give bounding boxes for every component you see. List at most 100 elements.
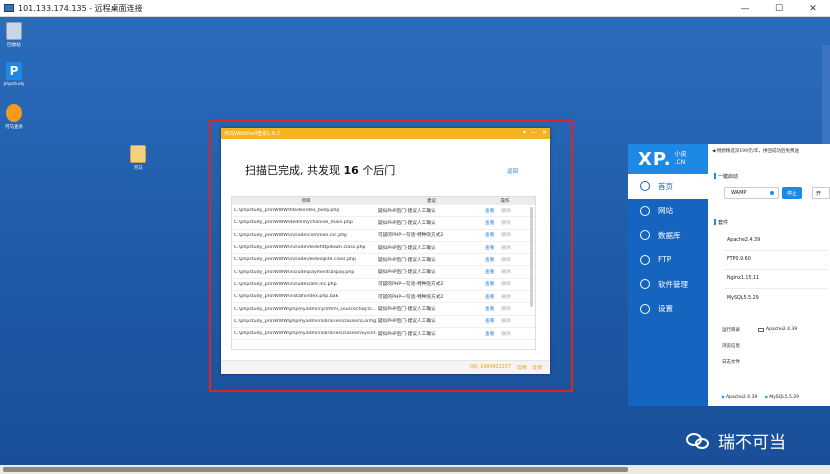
row-tip: 疑似PHP后门-建议人工确认 [378, 257, 436, 263]
nav-ftp[interactable]: FTP [628, 248, 708, 273]
divider [724, 269, 828, 270]
view-button[interactable]: 查看 [485, 269, 494, 275]
maximize-button[interactable]: ☐ [762, 0, 796, 17]
service-apache[interactable]: Apache2.4.39 [727, 238, 760, 243]
nav-settings[interactable]: 设置 [628, 297, 708, 322]
backdoor-count: 16 [343, 164, 359, 177]
row-actions: 查看 删除 [485, 232, 525, 238]
webshell-scanner-window: 河马WebShell查杀1.8.2 ▾ — ✕ 扫描已完成, 共发现 16 个后… [221, 128, 550, 374]
feedback-link[interactable]: 反馈 [532, 364, 542, 371]
hippo-icon [6, 104, 22, 122]
table-row: C:\phpstudy_pro\WWW\fdedeindex_body.php 疑… [232, 205, 535, 218]
delete-button[interactable]: 删除 [501, 220, 510, 226]
row-actions: 查看 删除 [485, 331, 525, 337]
stop-button[interactable]: 停止 [782, 187, 802, 199]
view-button[interactable]: 查看 [485, 257, 494, 263]
remote-desktop-icon [4, 4, 14, 12]
back-link[interactable]: 返回 [507, 167, 518, 175]
service-mysql[interactable]: MySQL5.5.29 [727, 296, 759, 301]
row-tip: 疑似PHP后门-建议人工确认 [378, 208, 436, 214]
table-row: C:\phpstudy_pro\WWW\include\payment\alip… [232, 266, 535, 279]
view-button[interactable]: 查看 [485, 208, 494, 214]
delete-button[interactable]: 删除 [501, 208, 510, 214]
notice-text: 畅想精选深199元/年，拼团成功后免费送 [716, 149, 800, 154]
delete-button[interactable]: 删除 [501, 281, 510, 287]
delete-button[interactable]: 删除 [501, 318, 510, 324]
delete-button[interactable]: 删除 [501, 269, 510, 275]
view-button[interactable]: 查看 [485, 294, 494, 300]
table-row: C:\phpstudy_pro\WWW\include\common.inc.p… [232, 230, 535, 242]
table-scrollbar[interactable] [530, 207, 533, 307]
view-button[interactable]: 查看 [485, 318, 494, 324]
phpstudy-sidebar: XP. 小皮 .CN 首页 网站 数据库 FTP 软件管理 设置 [628, 144, 708, 406]
view-button[interactable]: 查看 [485, 281, 494, 287]
promo-notice[interactable]: ◀ 畅想精选深199元/年，拼团成功后免费送 [712, 148, 830, 154]
phpstudy-icon: P [6, 62, 22, 80]
phpstudy-main: ◀ 畅想精选深199元/年，拼团成功后免费送 一键启动 WAMP 停止 开 套件… [708, 144, 830, 406]
horizontal-scrollbar[interactable] [0, 465, 830, 474]
delete-button[interactable]: 删除 [501, 257, 510, 263]
row-tip: 疑似PHP后门-建议人工确认 [378, 220, 436, 226]
status-mysql: MySQL5.5.29 [765, 394, 799, 400]
row-actions: 查看 删除 [485, 294, 525, 300]
view-button[interactable]: 查看 [485, 232, 494, 238]
view-button[interactable]: 查看 [485, 245, 494, 251]
run-dir-value[interactable]: Apache2.4.39 [758, 327, 797, 332]
minimize-button[interactable]: — [728, 0, 762, 17]
table-row: C:\phpstudy_pro\WWW\install\index.php.ba… [232, 291, 535, 304]
folder-icon [130, 145, 146, 163]
watermark-text: 瑞不可当 [718, 433, 786, 453]
delete-button[interactable]: 删除 [501, 294, 510, 300]
desktop-icon-recycle-bin[interactable]: 回收站 [0, 22, 28, 48]
row-path: C:\phpstudy_pro\WWW\include\safe.inc.php [234, 281, 337, 287]
delete-button[interactable]: 删除 [501, 245, 510, 251]
table-body: C:\phpstudy_pro\WWW\fdedeindex_body.php 疑… [232, 205, 535, 341]
folder-icon [758, 327, 764, 332]
view-button[interactable]: 查看 [485, 220, 494, 226]
view-button[interactable]: 查看 [485, 331, 494, 337]
status-dot-icon [770, 191, 774, 195]
run-dir-label: 运行目录 [722, 328, 740, 333]
log-link[interactable]: 日志文件 [722, 359, 740, 365]
browse-link[interactable]: 浏览信息 [722, 343, 740, 349]
row-actions: 查看 删除 [485, 208, 525, 214]
close-button[interactable]: ✕ [796, 0, 830, 17]
delete-button[interactable]: 删除 [501, 306, 510, 312]
column-header-path: 项目 [301, 199, 311, 204]
service-ftp[interactable]: FTP0.9.60 [727, 257, 751, 262]
wamp-select[interactable]: WAMP [724, 187, 779, 199]
view-button[interactable]: 查看 [485, 306, 494, 312]
nav-website[interactable]: 网站 [628, 199, 708, 224]
nav-label: 软件管理 [658, 279, 688, 289]
software-icon [640, 279, 650, 290]
column-header-op: 操作 [500, 199, 510, 204]
website-link[interactable]: 官网 [517, 364, 527, 371]
scanner-menu-button[interactable]: ▾ [523, 129, 526, 136]
nav-database[interactable]: 数据库 [628, 223, 708, 248]
delete-button[interactable]: 删除 [501, 331, 510, 337]
nav-software[interactable]: 软件管理 [628, 272, 708, 297]
scrollbar-thumb[interactable] [3, 467, 628, 472]
nav-label: 设置 [658, 304, 673, 314]
phpstudy-nav: 首页 网站 数据库 FTP 软件管理设置 [628, 174, 708, 321]
desktop-icon-folder[interactable]: 河马 [124, 145, 152, 171]
database-icon [640, 230, 650, 241]
rdp-title-bar: 101.133.174.135 - 远程桌面连接 — ☐ ✕ [0, 0, 830, 17]
row-actions: 查看 删除 [485, 269, 525, 275]
table-row: C:\phpstudy_pro\WWW\phpmyadmin\js\html_s… [232, 303, 535, 316]
scanner-close-button[interactable]: ✕ [542, 129, 547, 136]
column-header-tip: 建议 [427, 199, 436, 204]
row-path: C:\phpstudy_pro\WWW\include\common.inc.p… [234, 232, 348, 238]
desktop-icon-phpstudy[interactable]: P phpstudy [0, 62, 28, 87]
nav-home[interactable]: 首页 [628, 174, 708, 199]
scanner-minimize-button[interactable]: — [531, 129, 537, 136]
desktop-icon-hippo[interactable]: 河马查杀 [0, 104, 28, 130]
delete-button[interactable]: 删除 [501, 232, 510, 238]
table-header: 项目 建议 操作 [232, 197, 535, 205]
service-nginx[interactable]: Nginx1.15.11 [727, 276, 759, 281]
table-row: C:\phpstudy_pro\WWW\dedelmychannel_main.… [232, 217, 535, 230]
phpstudy-panel: XP. 小皮 .CN 首页 网站 数据库 FTP 软件管理 设置 ◀ 畅想精选深199元/… [628, 144, 830, 406]
row-path: C:\phpstudy_pro\WWW\include\payment\alip… [234, 269, 355, 275]
row-actions: 查看 删除 [485, 306, 525, 312]
open-button[interactable]: 开 [812, 187, 830, 199]
